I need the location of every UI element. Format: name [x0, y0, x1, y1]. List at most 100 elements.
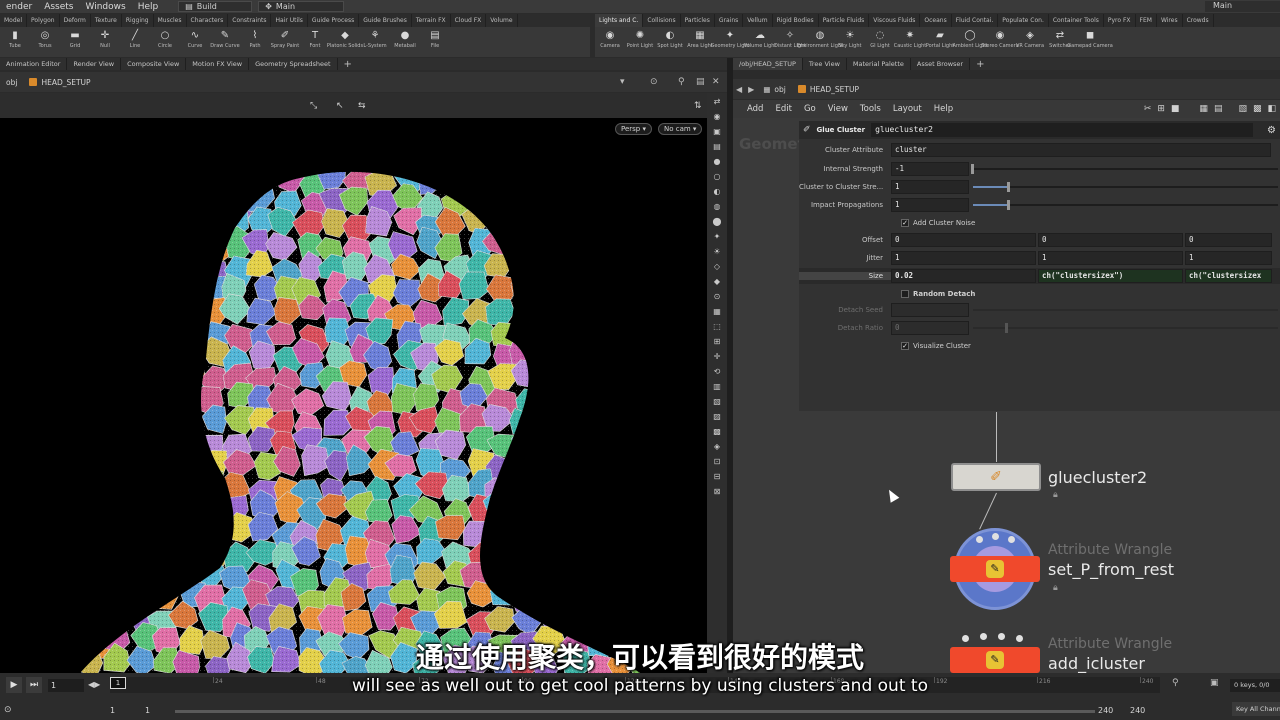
- pane-tab-2[interactable]: Composite View: [121, 58, 187, 70]
- scene-select[interactable]: ✥ Main: [258, 1, 345, 12]
- range-slider[interactable]: [175, 710, 1095, 713]
- back-arrow-icon[interactable]: ◀: [733, 85, 745, 94]
- pane-menu-icon[interactable]: ▤: [696, 77, 705, 87]
- shelf-tool-environment-light[interactable]: ◍ Environment Light: [797, 27, 843, 49]
- handle-icon[interactable]: ✛: [714, 351, 721, 363]
- render-region-icon[interactable]: ⊡: [714, 456, 721, 468]
- net-path-root-obj[interactable]: ▦ obj: [757, 85, 792, 94]
- shelf-tool-font[interactable]: T Font: [300, 27, 330, 49]
- cluster-attribute-field[interactable]: cluster: [891, 143, 1271, 157]
- pane-tab-4[interactable]: Geometry Spreadsheet: [249, 58, 338, 70]
- shelf-tool-lsystem[interactable]: ⚘ L-System: [360, 27, 390, 49]
- step-frame-icon[interactable]: ◀▶: [88, 680, 100, 689]
- shelf-tab-2[interactable]: Deform: [60, 14, 91, 27]
- menu-render[interactable]: ender: [0, 2, 38, 12]
- offset-x-field[interactable]: 0: [891, 233, 1036, 247]
- keyframe-icon[interactable]: ▣: [1210, 678, 1219, 688]
- transform-tool-icon[interactable]: ⇆: [358, 101, 366, 111]
- detach-seed-slider[interactable]: [969, 303, 1280, 317]
- reset-icon[interactable]: ⟲: [714, 366, 721, 378]
- list-view-icon[interactable]: ▤: [1214, 104, 1223, 114]
- shelf-tab-15[interactable]: Crowds: [1183, 14, 1214, 27]
- net-menu-view[interactable]: View: [822, 104, 854, 114]
- node-name-field[interactable]: gluecluster2: [871, 123, 1254, 137]
- net-menu-layout[interactable]: Layout: [887, 104, 928, 114]
- net-menu-edit[interactable]: Edit: [769, 104, 797, 114]
- palette-icon[interactable]: ▩: [1253, 104, 1262, 114]
- checkbox-checked[interactable]: ✓: [901, 342, 909, 350]
- shelf-tab-3[interactable]: Grains: [715, 14, 744, 27]
- camera-view-icon[interactable]: ◉: [714, 111, 721, 123]
- detach-seed-field[interactable]: [891, 303, 969, 317]
- range-start-field[interactable]: 1: [110, 706, 115, 715]
- shelf-tab-10[interactable]: Guide Brushes: [359, 14, 412, 27]
- shelf-tool-point-light[interactable]: ✺ Point Light: [625, 27, 655, 49]
- view-tool-icon[interactable]: ⤡: [310, 101, 317, 111]
- shelf-tool-caustic-light[interactable]: ✷ Caustic Light: [894, 27, 927, 49]
- menu-windows[interactable]: Windows: [80, 2, 132, 12]
- shelf-tool-spray-paint[interactable]: ✐ Spray Paint: [270, 27, 300, 49]
- pane-tab-1[interactable]: Tree View: [803, 58, 847, 70]
- jitter-z-field[interactable]: 1: [1185, 251, 1272, 265]
- wrangle1-name-label[interactable]: set_P_from_rest: [1048, 560, 1174, 579]
- dropdown-icon[interactable]: ▾: [620, 77, 625, 87]
- path-node-head-setup[interactable]: HEAD_SETUP: [23, 78, 96, 87]
- range-end-field[interactable]: 240: [1098, 706, 1113, 715]
- shadow-icon[interactable]: ⬤: [713, 216, 722, 228]
- shelf-tab-5[interactable]: Muscles: [154, 14, 187, 27]
- pane-tab-3[interactable]: Asset Browser: [911, 58, 971, 70]
- shelf-tab-8[interactable]: Hair Utils: [271, 14, 308, 27]
- shelf-tab-3[interactable]: Texture: [91, 14, 122, 27]
- checkbox-checked[interactable]: ✓: [901, 219, 909, 227]
- shelf-tab-9[interactable]: Fluid Contai.: [952, 14, 999, 27]
- shelf-tab-13[interactable]: Volume: [486, 14, 518, 27]
- shelf-tab-9[interactable]: Guide Process: [308, 14, 360, 27]
- current-frame-field[interactable]: 1: [48, 679, 84, 692]
- pane-tab-0[interactable]: Animation Editor: [0, 58, 68, 70]
- shelf-tool-circle[interactable]: ○ Circle: [150, 27, 180, 49]
- flat-icon[interactable]: ▨: [713, 411, 721, 423]
- visualize-cluster-toggle[interactable]: ✓ Visualize Cluster: [799, 342, 971, 350]
- display-icon[interactable]: ▤: [713, 141, 721, 153]
- shelf-tab-12[interactable]: Cloud FX: [451, 14, 487, 27]
- right-desktop-select[interactable]: Main: [1205, 1, 1280, 12]
- menu-help[interactable]: Help: [132, 2, 165, 12]
- add-cluster-noise-toggle[interactable]: ✓ Add Cluster Noise: [799, 219, 975, 227]
- sun-icon[interactable]: ☀: [713, 246, 720, 258]
- wire-icon[interactable]: ▧: [713, 396, 721, 408]
- snap-icon[interactable]: ⊙: [714, 291, 721, 303]
- net-menu-help[interactable]: Help: [928, 104, 959, 114]
- detach-ratio-field[interactable]: 0: [891, 321, 969, 335]
- snapshot-icon[interactable]: ⊠: [714, 486, 721, 498]
- shelf-tool-camera[interactable]: ◉ Camera: [595, 27, 625, 49]
- gluecluster-node-label[interactable]: gluecluster2: [1048, 468, 1147, 487]
- internal-strength-slider[interactable]: [969, 162, 1280, 176]
- jitter-y-field[interactable]: 1: [1038, 251, 1183, 265]
- note-icon[interactable]: ▧: [1238, 104, 1247, 114]
- shelf-tab-6[interactable]: Characters: [187, 14, 229, 27]
- prims-icon[interactable]: ◆: [714, 276, 720, 288]
- shelf-tool-grid[interactable]: ▬ Grid: [60, 27, 90, 49]
- random-detach-toggle[interactable]: Random Detach: [799, 290, 975, 298]
- camera-link-icon[interactable]: ⚲: [678, 77, 685, 87]
- internal-strength-field[interactable]: -1: [891, 162, 969, 176]
- shelf-tab-14[interactable]: Wires: [1157, 14, 1183, 27]
- net-menu-go[interactable]: Go: [798, 104, 822, 114]
- shelf-tool-stereo-camera[interactable]: ◉ Stereo Camera: [981, 27, 1019, 49]
- display-options-icon[interactable]: ⇅: [694, 101, 702, 111]
- shelf-tool-path[interactable]: ⌇ Path: [240, 27, 270, 49]
- shelf-tool-platonic-solids[interactable]: ◆ Platonic Solids: [327, 27, 363, 49]
- close-pane-icon[interactable]: ✕: [712, 77, 720, 87]
- lock-icon[interactable]: 🔒︎: [1053, 490, 1058, 500]
- ghost-icon[interactable]: ○: [714, 171, 721, 183]
- c2c-strength-slider[interactable]: [969, 180, 1280, 194]
- shelf-tool-null[interactable]: ✛ Null: [90, 27, 120, 49]
- lighting-icon[interactable]: ◍: [714, 201, 721, 213]
- shelf-tool-portal-light[interactable]: ▰ Portal Light: [925, 27, 955, 49]
- pin-icon[interactable]: ⊙: [650, 77, 658, 87]
- shelf-tab-8[interactable]: Oceans: [920, 14, 952, 27]
- shelf-tool-line[interactable]: ╱ Line: [120, 27, 150, 49]
- shelf-tab-5[interactable]: Rigid Bodies: [773, 14, 819, 27]
- points-icon[interactable]: ◇: [714, 261, 720, 273]
- shelf-tab-1[interactable]: Collisions: [643, 14, 681, 27]
